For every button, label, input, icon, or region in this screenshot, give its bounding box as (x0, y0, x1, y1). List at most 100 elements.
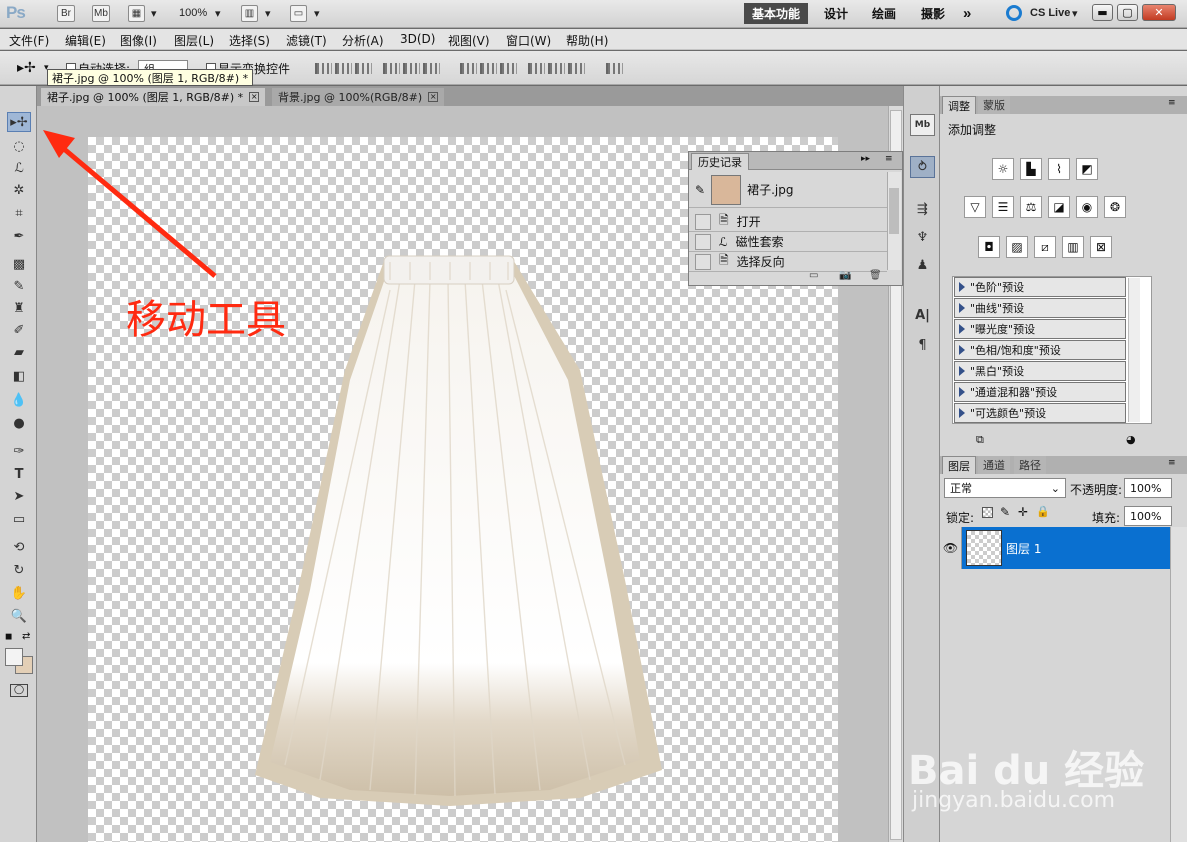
levels-icon[interactable]: ▙ (1020, 158, 1042, 180)
preset-curves[interactable]: "曲线"预设 (954, 298, 1126, 318)
clone-stamp-tool-icon[interactable]: ♜ (7, 298, 31, 318)
preset-hue-saturation[interactable]: "色相/饱和度"预设 (954, 340, 1126, 360)
workspace-painting[interactable]: 绘画 (864, 3, 904, 24)
hand-tool-icon[interactable]: ✋ (7, 583, 31, 603)
menu-layer[interactable]: 图层(L) (174, 32, 214, 49)
preset-selective-color[interactable]: "可选颜色"预设 (954, 403, 1126, 423)
move-tool-icon[interactable]: ▸✢ (7, 112, 31, 132)
clip-to-layer-icon[interactable]: ◕ (1126, 433, 1136, 446)
close-tab-icon[interactable]: × (428, 92, 439, 102)
align-horizontal-center-icon[interactable] (403, 63, 420, 74)
lock-pixels-icon[interactable]: ✎ (1000, 505, 1010, 519)
new-document-from-state-icon[interactable]: ▭ (809, 270, 818, 281)
tab-skirt-document[interactable]: 裙子.jpg @ 100% (图层 1, RGB/8#) * × (41, 88, 266, 106)
pen-tool-icon[interactable]: ✑ (7, 441, 31, 461)
close-tab-icon[interactable]: × (249, 92, 260, 102)
cs-live-menu[interactable]: CS Live (1030, 7, 1070, 19)
workspace-photography[interactable]: 摄影 (913, 3, 953, 24)
color-balance-icon[interactable]: ⚖ (1020, 196, 1042, 218)
chevron-down-icon[interactable]: ▾ (265, 7, 271, 20)
preset-channel-mixer[interactable]: "通道混和器"预设 (954, 382, 1126, 402)
history-panel-icon[interactable]: ⥁ (910, 156, 935, 178)
minimize-icon[interactable]: ▬ (1092, 4, 1113, 21)
threshold-icon[interactable]: ⧄ (1034, 236, 1056, 258)
clone-source-icon[interactable]: ♟ (910, 254, 935, 276)
panel-menu-icon[interactable]: ≡ (1168, 458, 1176, 468)
default-colors-icon[interactable]: ◼ (5, 632, 12, 642)
gradient-map-icon[interactable]: ▥ (1062, 236, 1084, 258)
crop-tool-icon[interactable]: ⌗ (7, 203, 31, 223)
marquee-tool-icon[interactable]: ◌ (7, 136, 31, 156)
more-workspaces-icon[interactable]: » (955, 3, 979, 24)
lock-position-icon[interactable]: ✛ (1018, 505, 1028, 519)
tab-background-document[interactable]: 背景.jpg @ 100%(RGB/8#) × (272, 88, 445, 106)
type-tool-icon[interactable]: T (7, 464, 31, 484)
menu-view[interactable]: 视图(V) (448, 32, 490, 49)
menu-3d[interactable]: 3D(D) (400, 32, 435, 46)
distribute-top-icon[interactable] (460, 63, 477, 74)
blur-tool-icon[interactable]: 💧 (7, 390, 31, 410)
trash-icon[interactable]: 🗑 (869, 270, 882, 281)
layers-scrollbar[interactable] (1170, 527, 1187, 842)
spot-healing-tool-icon[interactable]: ▩ (7, 254, 31, 274)
path-selection-tool-icon[interactable]: ➤ (7, 486, 31, 506)
eyedropper-tool-icon[interactable]: ✒ (7, 226, 31, 246)
rectangle-tool-icon[interactable]: ▭ (7, 509, 31, 529)
eraser-tool-icon[interactable]: ▰ (7, 342, 31, 362)
auto-align-layers-icon[interactable] (606, 63, 623, 74)
paragraph-panel-icon[interactable]: ¶ (910, 334, 935, 356)
brush-presets-icon[interactable]: ♆ (910, 226, 935, 248)
tab-channels[interactable]: 通道 (978, 456, 1010, 474)
collapse-panel-icon[interactable]: ▸▸ (861, 154, 870, 164)
distribute-right-icon[interactable] (568, 63, 585, 74)
tab-masks[interactable]: 蒙版 (978, 96, 1010, 114)
quick-mask-icon[interactable]: ◯ (10, 684, 28, 697)
mini-bridge-panel-icon[interactable]: Mb (910, 114, 935, 136)
history-step[interactable]: 🗎 打开 (689, 212, 887, 232)
preset-black-white[interactable]: "黑白"预设 (954, 361, 1126, 381)
workspace-design[interactable]: 设计 (816, 3, 856, 24)
menu-image[interactable]: 图像(I) (120, 32, 157, 49)
character-panel-icon[interactable]: A| (910, 304, 935, 326)
layer-row[interactable]: 👁 图层 1 (940, 527, 1170, 569)
foreground-color-swatch[interactable] (5, 648, 23, 666)
eye-icon[interactable]: 👁 (940, 527, 962, 569)
3d-orbit-tool-icon[interactable]: ↻ (7, 560, 31, 580)
swap-colors-icon[interactable]: ⇄ (22, 631, 30, 642)
history-step[interactable]: 🗎 选择反向 (689, 252, 887, 272)
move-tool-preset-icon[interactable]: ▸✢ (17, 60, 36, 76)
menu-select[interactable]: 选择(S) (229, 32, 270, 49)
vibrance-icon[interactable]: ▽ (964, 196, 986, 218)
history-brush-source-icon[interactable]: ✎ (695, 183, 705, 197)
bridge-button[interactable]: Br (57, 5, 75, 22)
posterize-icon[interactable]: ▨ (1006, 236, 1028, 258)
zoom-level[interactable]: 100% (179, 7, 207, 19)
history-step[interactable]: ℒ 磁性套索 (689, 232, 887, 252)
panel-menu-icon[interactable]: ≡ (1168, 98, 1176, 108)
arrange-documents-icon[interactable]: ▥ (241, 5, 258, 22)
menu-edit[interactable]: 编辑(E) (65, 32, 106, 49)
menu-filter[interactable]: 滤镜(T) (286, 32, 327, 49)
align-right-icon[interactable] (423, 63, 440, 74)
menu-window[interactable]: 窗口(W) (506, 32, 551, 49)
align-left-icon[interactable] (383, 63, 400, 74)
quick-selection-tool-icon[interactable]: ✲ (7, 180, 31, 200)
align-bottom-icon[interactable] (355, 63, 372, 74)
tab-history[interactable]: 历史记录 (691, 153, 749, 170)
brush-tool-icon[interactable]: ✎ (7, 276, 31, 296)
align-top-icon[interactable] (315, 63, 332, 74)
screen-mode-icon[interactable]: ▭ (290, 5, 307, 22)
black-white-icon[interactable]: ◪ (1048, 196, 1070, 218)
history-checkbox[interactable] (695, 233, 711, 250)
view-extras-icon[interactable]: ▦ (128, 5, 145, 22)
preset-levels[interactable]: "色阶"预设 (954, 277, 1126, 297)
tab-adjustments[interactable]: 调整 (942, 96, 976, 114)
chevron-down-icon[interactable]: ▾ (1072, 7, 1078, 20)
actions-panel-icon[interactable]: ⇶ (910, 198, 935, 220)
selective-color-icon[interactable]: ⊠ (1090, 236, 1112, 258)
distribute-hcenter-icon[interactable] (548, 63, 565, 74)
3d-rotate-tool-icon[interactable]: ⟲ (7, 537, 31, 557)
invert-icon[interactable]: ◘ (978, 236, 1000, 258)
preset-exposure[interactable]: "曝光度"预设 (954, 319, 1126, 339)
chevron-down-icon[interactable]: ▾ (314, 7, 320, 20)
